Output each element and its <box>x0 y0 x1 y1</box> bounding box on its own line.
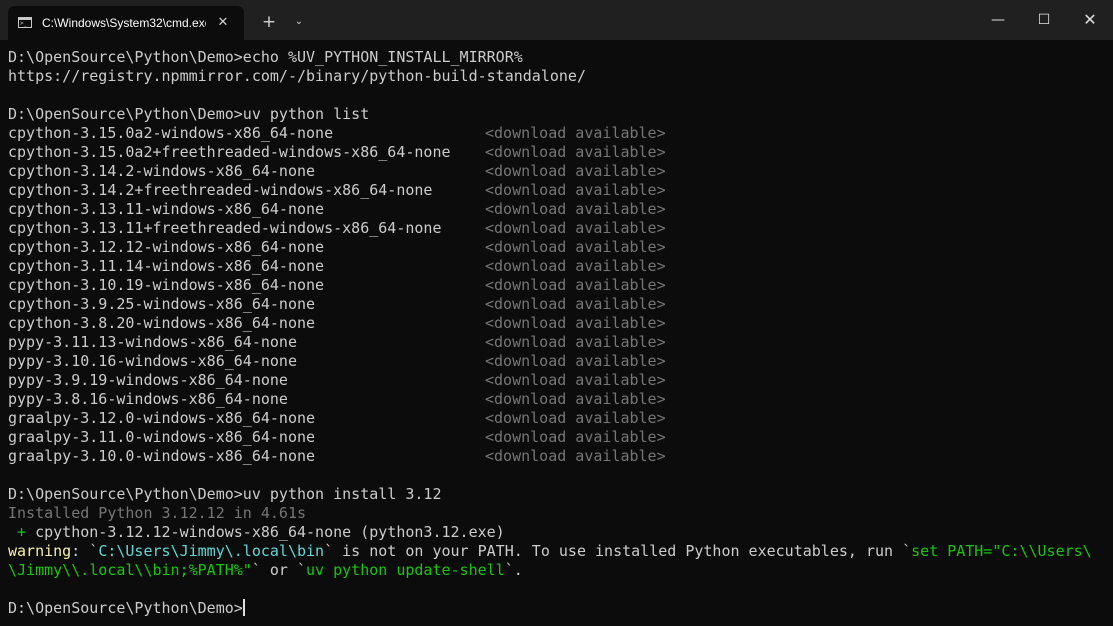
python-list-row: cpython-3.15.0a2+freethreaded-windows-x8… <box>8 143 1108 162</box>
python-list-row: cpython-3.15.0a2-windows-x86_64-none <dow… <box>8 124 1108 143</box>
download-status: <download available> <box>485 352 666 370</box>
prompt-text: D:\OpenSource\Python\Demo> <box>8 599 243 617</box>
download-status: <download available> <box>485 314 666 332</box>
warning-update-shell-command: uv python update-shell <box>306 561 505 579</box>
text-cursor <box>242 599 245 616</box>
tab-close-icon[interactable]: ✕ <box>214 14 232 32</box>
cmd-prompt-icon: >_ <box>18 17 32 28</box>
download-status: <download available> <box>485 333 666 351</box>
download-status: <download available> <box>485 219 666 237</box>
python-version-name: cpython-3.13.11+freethreaded-windows-x86… <box>8 219 442 237</box>
python-version-name: cpython-3.10.19-windows-x86_64-none <box>8 276 325 294</box>
python-list-row: pypy-3.10.16-windows-x86_64-none <downloa… <box>8 352 1108 371</box>
prompt-line[interactable]: D:\OpenSource\Python\Demo> <box>8 599 1108 618</box>
python-list-row: pypy-3.11.13-windows-x86_64-none <downloa… <box>8 333 1108 352</box>
download-status: <download available> <box>485 390 666 408</box>
warning-label: warning <box>8 542 72 560</box>
download-status: <download available> <box>485 238 666 256</box>
new-tab-button[interactable]: + <box>258 11 280 33</box>
tab-title: C:\Windows\System32\cmd.exe <box>42 16 206 30</box>
echo-command-line: D:\OpenSource\Python\Demo>echo %UV_PYTHO… <box>8 48 523 66</box>
installed-item-exe: (python3.12.exe) <box>351 523 505 541</box>
minimize-button[interactable]: — <box>975 0 1021 40</box>
python-version-name: cpython-3.14.2-windows-x86_64-none <box>8 162 316 180</box>
python-list-row: cpython-3.9.25-windows-x86_64-none <downl… <box>8 295 1108 314</box>
install-command-line: D:\OpenSource\Python\Demo>uv python inst… <box>8 485 442 503</box>
python-list-row: cpython-3.13.11+freethreaded-windows-x86… <box>8 219 1108 238</box>
python-list-row: cpython-3.10.19-windows-x86_64-none <down… <box>8 276 1108 295</box>
download-status: <download available> <box>485 181 666 199</box>
installed-item-name: cpython-3.12.12-windows-x86_64-none <box>35 523 352 541</box>
terminal-output[interactable]: D:\OpenSource\Python\Demo>echo %UV_PYTHO… <box>8 48 1108 620</box>
warning-text: ` is not on your PATH. To use installed … <box>324 542 912 560</box>
python-version-name: graalpy-3.12.0-windows-x86_64-none <box>8 409 316 427</box>
python-version-name: cpython-3.13.11-windows-x86_64-none <box>8 200 325 218</box>
python-version-name: cpython-3.15.0a2-windows-x86_64-none <box>8 124 334 142</box>
warning-path: C:\Users\Jimmy\.local\bin <box>98 542 325 560</box>
chevron-down-icon[interactable]: ⌄ <box>288 11 310 33</box>
python-version-name: cpython-3.8.20-windows-x86_64-none <box>8 314 316 332</box>
python-version-name: graalpy-3.11.0-windows-x86_64-none <box>8 428 316 446</box>
python-list-row: graalpy-3.10.0-windows-x86_64-none <downl… <box>8 447 1108 466</box>
download-status: <download available> <box>485 143 666 161</box>
warning-set-path-command-cont: \Jimmy\\.local\\bin;%PATH%" <box>8 561 252 579</box>
python-version-name: cpython-3.9.25-windows-x86_64-none <box>8 295 316 313</box>
python-list-row: graalpy-3.11.0-windows-x86_64-none <downl… <box>8 428 1108 447</box>
download-status: <download available> <box>485 257 666 275</box>
python-list-row: cpython-3.14.2-windows-x86_64-none <downl… <box>8 162 1108 181</box>
python-version-name: cpython-3.15.0a2+freethreaded-windows-x8… <box>8 143 451 161</box>
close-window-button[interactable]: ✕ <box>1067 0 1113 40</box>
download-status: <download available> <box>485 124 666 142</box>
python-list-row: cpython-3.11.14-windows-x86_64-none <down… <box>8 257 1108 276</box>
download-status: <download available> <box>485 447 666 465</box>
tab-cmd[interactable]: >_ C:\Windows\System32\cmd.exe ✕ <box>8 6 244 40</box>
python-version-name: pypy-3.8.16-windows-x86_64-none <box>8 390 288 408</box>
warning-text: `. <box>504 561 523 579</box>
download-status: <download available> <box>485 371 666 389</box>
terminal-window: >_ C:\Windows\System32\cmd.exe ✕ + ⌄ — ☐… <box>0 0 1113 626</box>
warning-line: warning: `C:\Users\Jimmy\.local\bin` is … <box>8 542 1108 561</box>
download-status: <download available> <box>485 295 666 313</box>
title-bar: >_ C:\Windows\System32\cmd.exe ✕ + ⌄ — ☐… <box>0 0 1113 40</box>
python-version-name: pypy-3.11.13-windows-x86_64-none <box>8 333 297 351</box>
echo-output-line: https://registry.npmmirror.com/-/binary/… <box>8 67 586 85</box>
python-version-name: graalpy-3.10.0-windows-x86_64-none <box>8 447 316 465</box>
installed-item-line: + cpython-3.12.12-windows-x86_64-none (p… <box>8 523 1108 542</box>
installed-plus: + <box>8 523 36 541</box>
python-list-row: graalpy-3.12.0-windows-x86_64-none <downl… <box>8 409 1108 428</box>
warning-line-continued: \Jimmy\\.local\\bin;%PATH%"` or `uv pyth… <box>8 561 1108 580</box>
python-list-row: cpython-3.14.2+freethreaded-windows-x86_… <box>8 181 1108 200</box>
warning-set-path-command: set PATH="C:\\Users\ <box>911 542 1092 560</box>
warning-text: : ` <box>71 542 99 560</box>
maximize-button[interactable]: ☐ <box>1021 0 1067 40</box>
python-version-list: cpython-3.15.0a2-windows-x86_64-none <dow… <box>8 124 1108 466</box>
python-list-row: cpython-3.12.12-windows-x86_64-none <down… <box>8 238 1108 257</box>
python-list-row: pypy-3.9.19-windows-x86_64-none <download… <box>8 371 1108 390</box>
python-version-name: pypy-3.9.19-windows-x86_64-none <box>8 371 288 389</box>
python-version-name: cpython-3.12.12-windows-x86_64-none <box>8 238 325 256</box>
python-list-row: pypy-3.8.16-windows-x86_64-none <download… <box>8 390 1108 409</box>
download-status: <download available> <box>485 428 666 446</box>
download-status: <download available> <box>485 409 666 427</box>
list-command-line: D:\OpenSource\Python\Demo>uv python list <box>8 105 370 123</box>
installed-summary-line: Installed Python 3.12.12 in 4.61s <box>8 504 307 522</box>
python-version-name: cpython-3.11.14-windows-x86_64-none <box>8 257 325 275</box>
python-list-row: cpython-3.8.20-windows-x86_64-none <downl… <box>8 314 1108 333</box>
warning-text: ` or ` <box>251 561 307 579</box>
download-status: <download available> <box>485 276 666 294</box>
python-version-name: cpython-3.14.2+freethreaded-windows-x86_… <box>8 181 433 199</box>
download-status: <download available> <box>485 200 666 218</box>
download-status: <download available> <box>485 162 666 180</box>
python-version-name: pypy-3.10.16-windows-x86_64-none <box>8 352 297 370</box>
python-list-row: cpython-3.13.11-windows-x86_64-none <down… <box>8 200 1108 219</box>
